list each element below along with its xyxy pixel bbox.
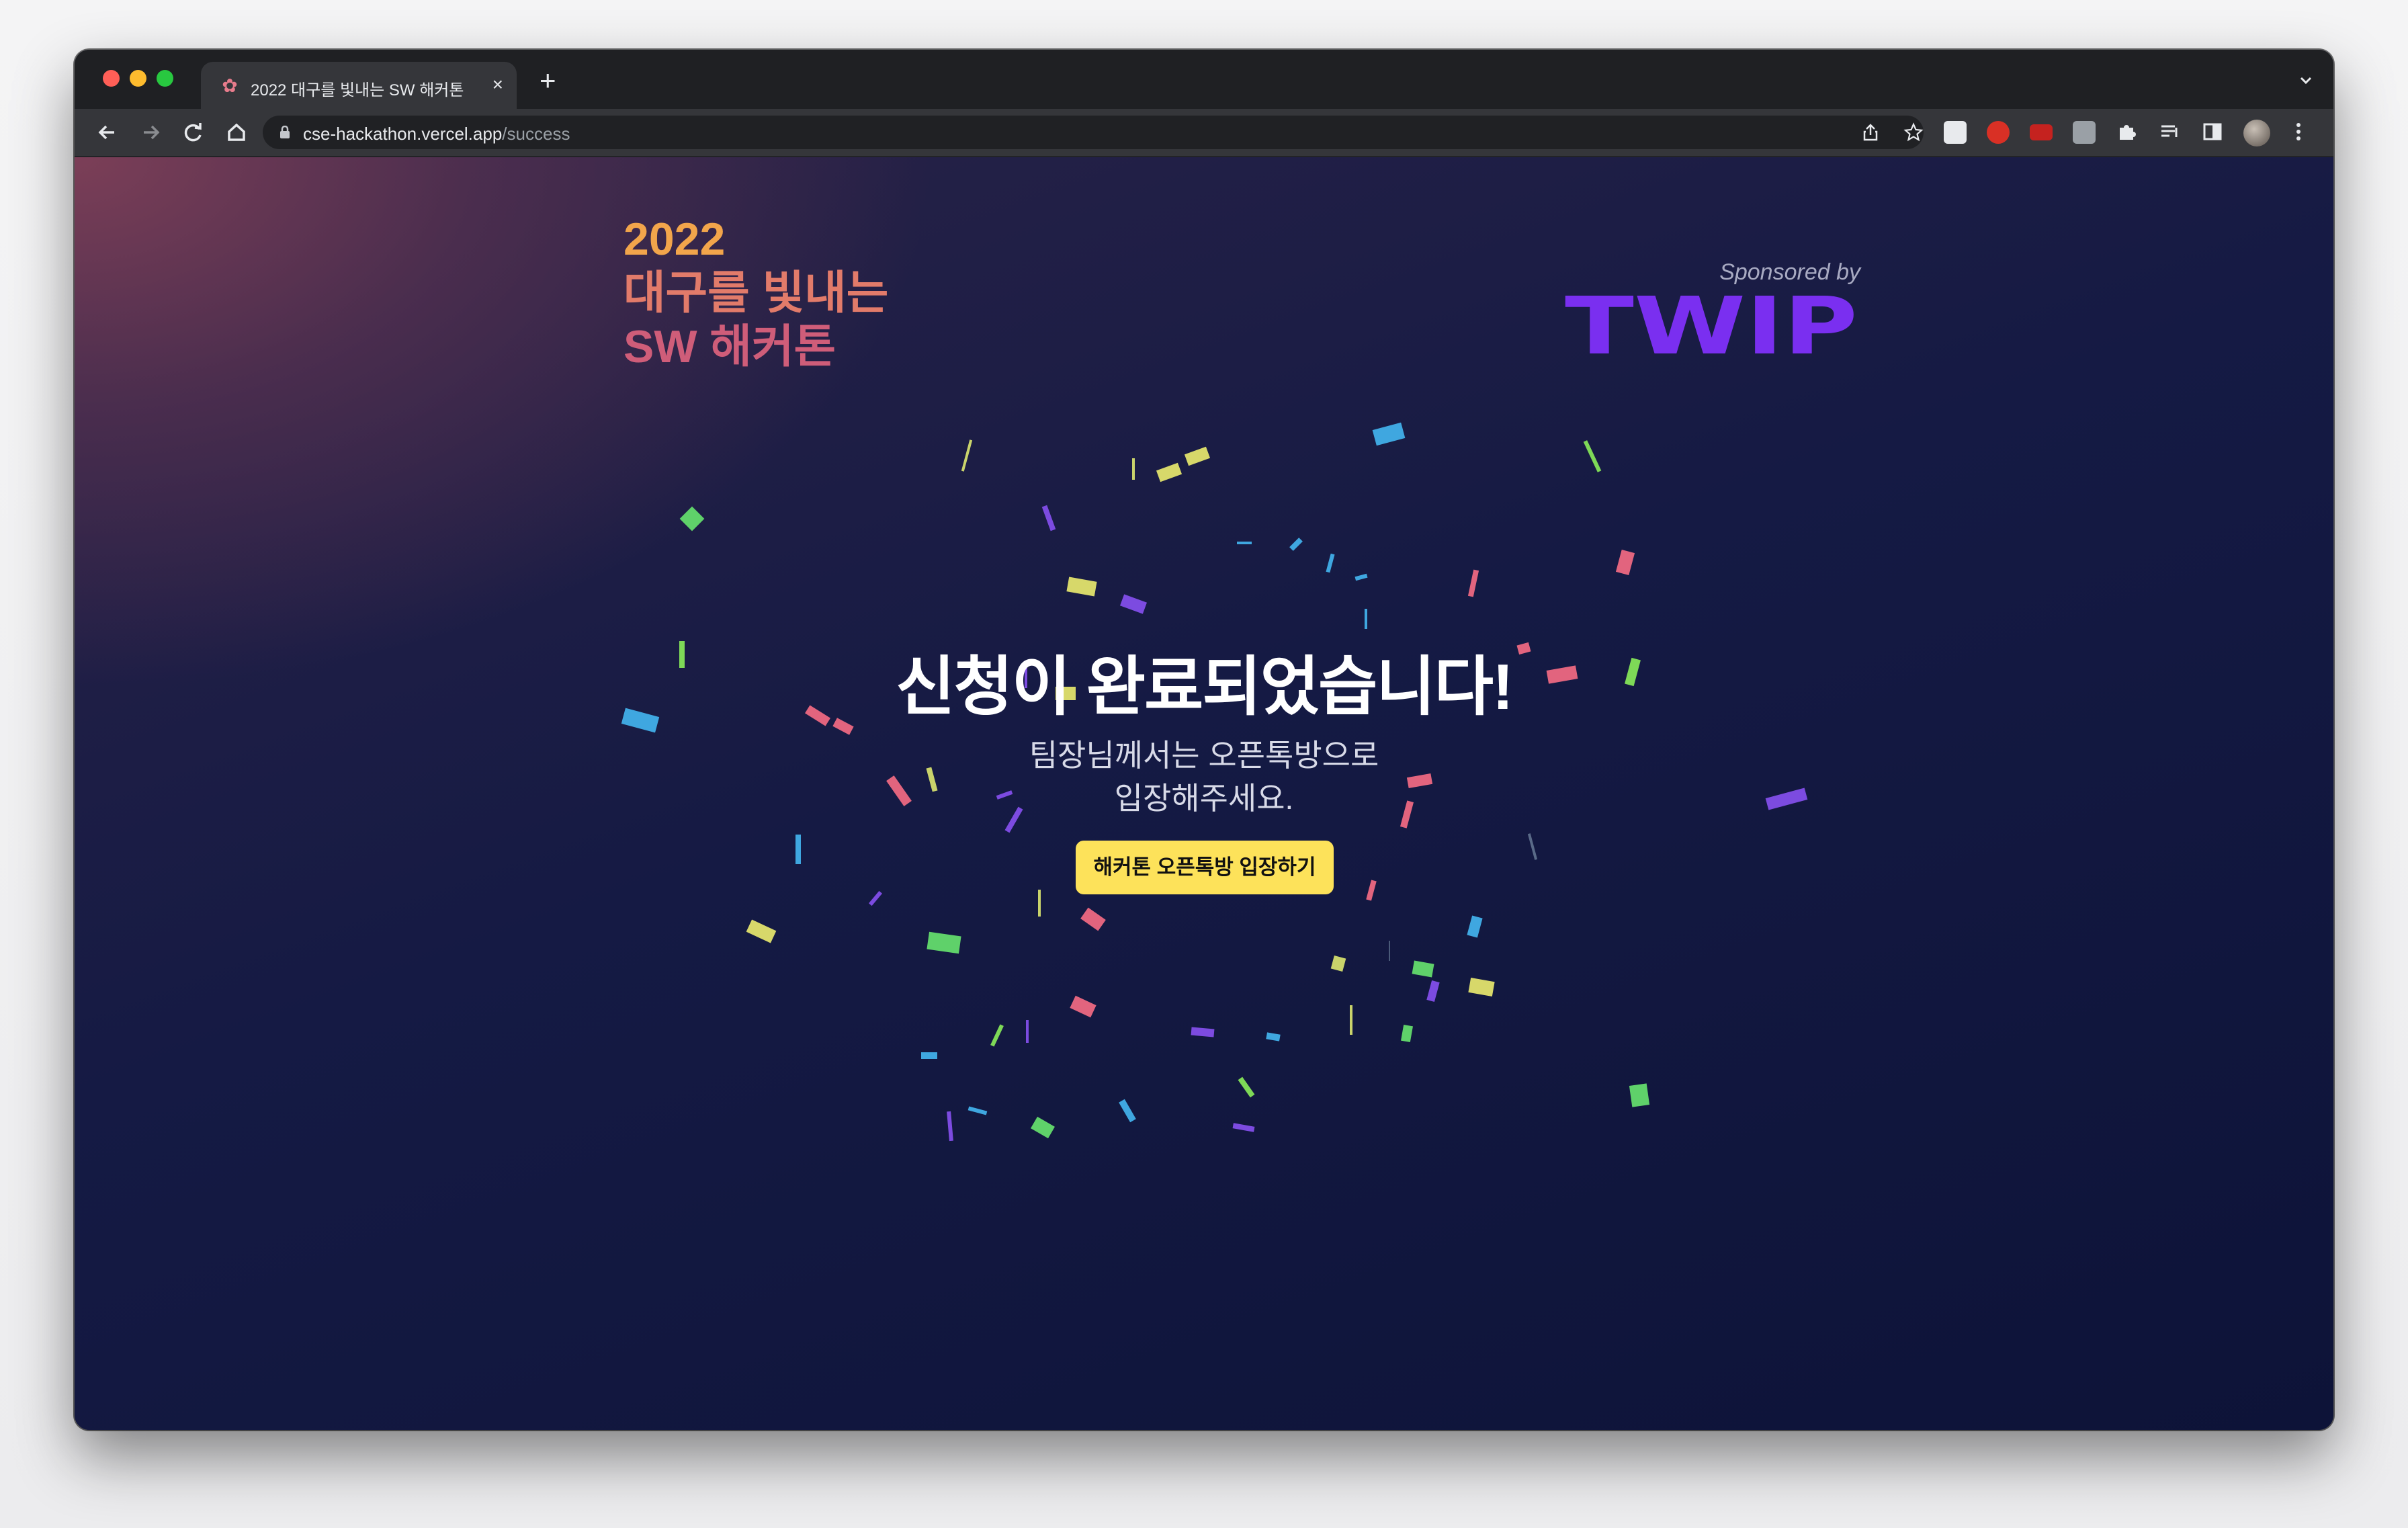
adblock-extension-icon[interactable]: [1987, 121, 2010, 144]
star-icon[interactable]: [1903, 122, 1924, 142]
dictionary-extension-icon[interactable]: [2073, 121, 2096, 144]
browser-window: ✿ 2022 대구를 빛내는 SW 해커톤 × + cse-hackathon.…: [75, 50, 2333, 1430]
lock-icon[interactable]: [279, 125, 291, 142]
share-icon[interactable]: [1860, 122, 1881, 142]
success-headline: 신청이 완료되었습니다!: [896, 651, 1514, 723]
tab-title: 2022 대구를 빛내는 SW 해커톤: [251, 81, 464, 99]
logo-line-subtitle: SW 해커톤: [624, 321, 836, 372]
back-icon[interactable]: [92, 117, 123, 148]
zoom-window-button[interactable]: [157, 70, 173, 87]
join-openchat-button[interactable]: 해커톤 오픈톡방 입장하기: [1076, 841, 1334, 894]
close-window-button[interactable]: [103, 70, 120, 87]
browser-toolbar: cse-hackathon.vercel.app/success: [75, 109, 2333, 157]
twip-logo: TWIP: [1565, 289, 1858, 363]
url-text[interactable]: cse-hackathon.vercel.app/success: [303, 124, 570, 144]
home-icon[interactable]: [221, 117, 252, 148]
minimize-window-button[interactable]: [130, 70, 146, 87]
twip-logo-text: TWIP: [1565, 289, 1858, 363]
profile-avatar[interactable]: [2243, 120, 2270, 146]
logo-line-title: 대구를 빛내는: [624, 267, 889, 319]
page-content: 2022 대구를 빛내는 SW 해커톤 Sponsored by TWIP 신청…: [75, 157, 2333, 1430]
notion-extension-icon[interactable]: [1944, 121, 1967, 144]
more-icon[interactable]: [2285, 118, 2316, 149]
tab-close-icon[interactable]: ×: [492, 74, 503, 95]
extension-icon[interactable]: [2113, 118, 2144, 149]
favicon-icon: ✿: [222, 75, 238, 96]
sidebar-icon[interactable]: [2199, 118, 2230, 149]
tab-search-chevron-icon[interactable]: [2298, 73, 2313, 91]
forward-icon[interactable]: [135, 117, 166, 148]
instruction-line-2: 입장해주세요.: [1114, 781, 1294, 816]
sponsor-label: Sponsored by: [1719, 259, 1860, 285]
url-path: /success: [502, 124, 570, 144]
reading-list-icon[interactable]: [2156, 118, 2187, 149]
instruction-line-1: 팀장님께서는 오픈톡방으로: [1029, 738, 1379, 773]
address-bar[interactable]: cse-hackathon.vercel.app/success: [263, 116, 1924, 149]
tab-active[interactable]: ✿ 2022 대구를 빛내는 SW 해커톤 ×: [201, 62, 517, 109]
new-tab-button[interactable]: +: [540, 67, 556, 95]
hackathon-logo: 2022 대구를 빛내는 SW 해커톤: [624, 212, 888, 374]
instruction-text: 팀장님께서는 오픈톡방으로 입장해주세요.: [75, 734, 2333, 820]
title-bar: ✿ 2022 대구를 빛내는 SW 해커톤 × +: [75, 50, 2333, 109]
logo-line-year: 2022: [624, 214, 726, 265]
url-host: cse-hackathon.vercel.app: [303, 124, 503, 144]
reload-icon[interactable]: [178, 117, 209, 148]
youtube-extension-icon[interactable]: [2030, 124, 2053, 140]
